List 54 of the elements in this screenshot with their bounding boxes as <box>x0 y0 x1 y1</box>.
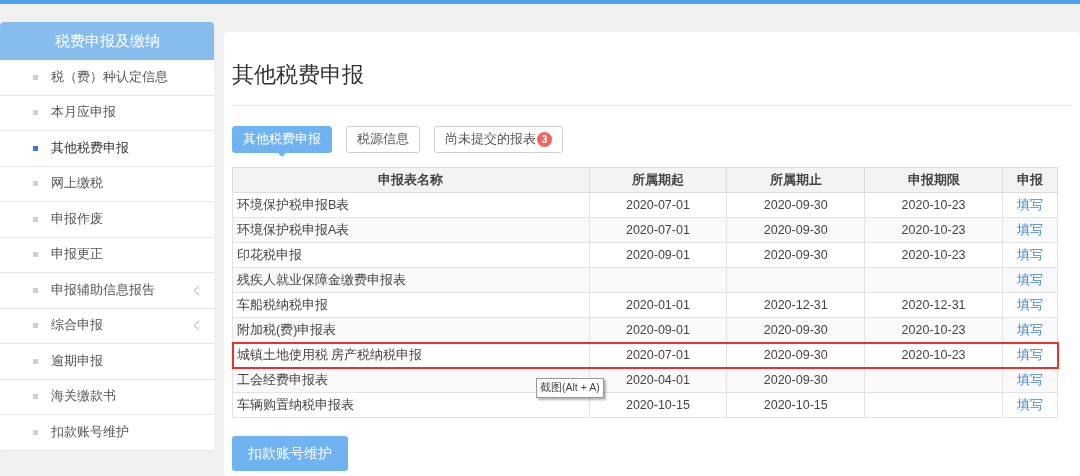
sidebar-item[interactable]: 扣款账号维护 <box>0 415 214 451</box>
page-title: 其他税费申报 <box>232 32 1072 106</box>
bullet-icon <box>33 145 38 151</box>
sidebar-item[interactable]: 申报辅助信息报告 <box>0 273 214 309</box>
tab[interactable]: 尚未提交的报表 3 <box>434 126 563 153</box>
table-cell: 2020-07-01 <box>589 217 727 243</box>
table-cell: 2020-09-30 <box>726 217 865 243</box>
chevron-left-icon <box>193 284 200 296</box>
table-cell: 2020-07-01 <box>589 192 727 218</box>
sidebar-item[interactable]: 本月应申报 <box>0 95 214 131</box>
table-cell: 2020-10-23 <box>864 192 1003 218</box>
table-cell: 2020-12-31 <box>726 292 865 318</box>
sidebar-item[interactable]: 申报作废 <box>0 202 214 238</box>
bullet-icon <box>33 323 38 329</box>
table-cell: 残疾人就业保障金缴费申报表 <box>232 267 589 293</box>
chevron-left-icon <box>193 320 200 332</box>
sidebar-item[interactable]: 逾期申报 <box>0 344 214 380</box>
bullet-icon <box>33 181 38 187</box>
table-cell: 印花税申报 <box>232 242 589 268</box>
table-cell: 车船税纳税申报 <box>232 292 589 318</box>
bullet-icon <box>33 358 38 364</box>
table-cell: 2020-12-31 <box>864 292 1003 318</box>
sidebar-item[interactable]: 网上缴税 <box>0 166 214 202</box>
table-cell: 2020-10-23 <box>864 242 1003 268</box>
sidebar-item[interactable]: 税（费）种认定信息 <box>0 60 214 96</box>
bullet-icon <box>33 287 38 293</box>
table-cell: 环境保护税申报B表 <box>232 192 589 218</box>
bullet-icon <box>33 252 38 258</box>
table-cell: 2020-01-01 <box>589 292 727 318</box>
column-header: 所属期止 <box>726 167 865 193</box>
sidebar-title: 税费申报及缴纳 <box>0 22 214 60</box>
table-cell: 2020-09-30 <box>726 367 865 393</box>
sidebar-item[interactable]: 综合申报 <box>0 308 214 344</box>
tab[interactable]: 税源信息 <box>346 126 420 153</box>
bullet-icon <box>33 74 38 80</box>
table-cell: 2020-09-30 <box>726 242 865 268</box>
table-cell: 环境保护税申报A表 <box>232 217 589 243</box>
bullet-icon <box>33 429 38 435</box>
sidebar-item[interactable]: 其他税费申报 <box>0 131 214 167</box>
column-header: 申报表名称 <box>232 167 589 193</box>
column-header: 申报 <box>1002 167 1058 193</box>
tooltip: 截图(Alt + A) <box>536 378 604 398</box>
count-badge: 3 <box>537 132 552 147</box>
table-cell: 2020-10-23 <box>864 217 1003 243</box>
column-header: 申报期限 <box>864 167 1003 193</box>
table-cell: 2020-09-30 <box>726 192 865 218</box>
column-header: 所属期起 <box>589 167 727 193</box>
sidebar-item[interactable]: 申报更正 <box>0 237 214 273</box>
table-cell: 2020-10-15 <box>726 392 865 418</box>
sidebar-item[interactable]: 海关缴款书 <box>0 379 214 415</box>
bullet-icon <box>33 216 38 222</box>
bullet-icon <box>33 110 38 116</box>
table-cell: 2020-09-01 <box>589 242 727 268</box>
bullet-icon <box>33 394 38 400</box>
